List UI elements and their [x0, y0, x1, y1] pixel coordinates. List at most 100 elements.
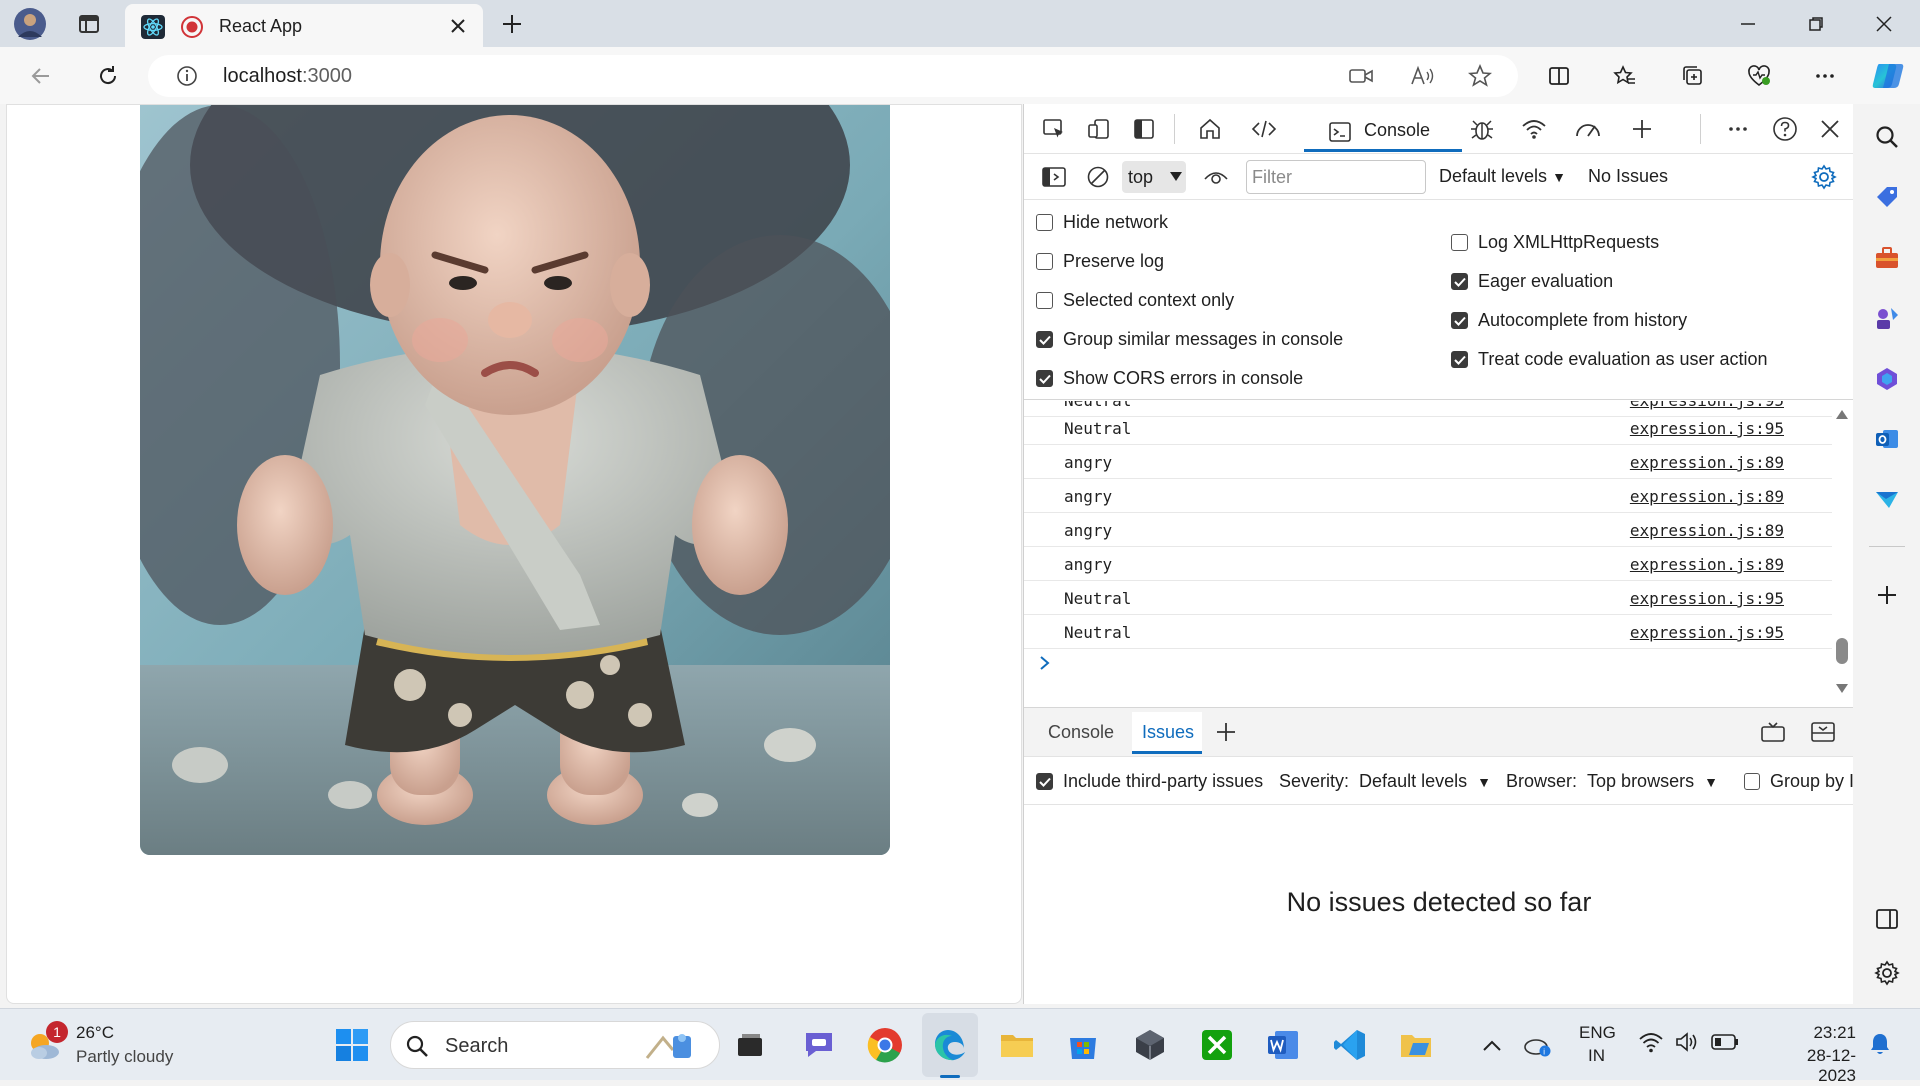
address-bar[interactable]: localhost:3000 — [148, 55, 1518, 97]
severity-dropdown[interactable]: Severity: Default levels ▼ — [1279, 771, 1491, 792]
setting-group-similar[interactable]: Group similar messages in console — [1036, 329, 1343, 350]
unity-cube-icon[interactable] — [1128, 1023, 1172, 1067]
default-levels-dropdown[interactable]: Default levels ▼ — [1439, 166, 1566, 187]
close-drawer-icon[interactable] — [1810, 721, 1836, 743]
volume-icon[interactable] — [1674, 1031, 1700, 1053]
favorite-star-icon[interactable] — [1468, 64, 1492, 88]
games-icon[interactable] — [1870, 301, 1904, 335]
include-third-party-checkbox[interactable]: Include third-party issues — [1036, 771, 1263, 792]
tools-toolbox-icon[interactable] — [1870, 241, 1904, 275]
outlook-icon[interactable] — [1870, 422, 1904, 456]
drop-send-icon[interactable] — [1870, 482, 1904, 516]
setting-autocomplete-history[interactable]: Autocomplete from history — [1451, 310, 1687, 331]
log-source-link[interactable]: expression.js:95 — [1630, 623, 1784, 642]
hide-sidebar-icon[interactable] — [1870, 902, 1904, 936]
file-explorer-icon[interactable] — [995, 1023, 1039, 1067]
close-devtools-icon[interactable] — [1812, 111, 1848, 147]
close-window-icon[interactable] — [1866, 8, 1902, 40]
sidebar-settings-gear-icon[interactable] — [1870, 956, 1904, 990]
show-hidden-icons-chevron[interactable] — [1470, 1023, 1514, 1067]
wifi-icon[interactable] — [1638, 1031, 1664, 1053]
taskbar-search[interactable]: Search — [390, 1021, 720, 1069]
read-aloud-icon[interactable] — [1410, 65, 1436, 87]
checkbox-checked[interactable] — [1451, 273, 1468, 290]
favorites-icon[interactable] — [1608, 59, 1642, 93]
checkbox-checked[interactable] — [1036, 773, 1053, 790]
drawer-add-tab-icon[interactable] — [1214, 720, 1238, 744]
network-wifi-icon[interactable] — [1516, 111, 1552, 147]
help-icon[interactable] — [1767, 111, 1803, 147]
log-source-link[interactable]: expression.js:89 — [1630, 487, 1784, 506]
workspaces-icon[interactable] — [72, 8, 106, 40]
folder-drive-icon[interactable] — [1394, 1023, 1438, 1067]
checkbox[interactable] — [1036, 253, 1053, 270]
profile-avatar[interactable] — [12, 6, 48, 42]
start-windows-icon[interactable] — [330, 1023, 374, 1067]
shopping-tag-icon[interactable] — [1870, 180, 1904, 214]
log-source-link[interactable]: expression.js:95 — [1630, 401, 1784, 410]
dock-side-icon[interactable] — [1126, 111, 1162, 147]
clock[interactable]: 23:21 28-12-2023 — [1784, 1023, 1856, 1086]
checkbox[interactable] — [1744, 773, 1760, 790]
tab-console[interactable]: Console — [1304, 112, 1462, 152]
refresh-icon[interactable] — [91, 59, 125, 93]
setting-show-cors-errors[interactable]: Show CORS errors in console — [1036, 368, 1303, 389]
checkbox-checked[interactable] — [1036, 331, 1053, 348]
device-emulation-icon[interactable] — [1081, 111, 1117, 147]
setting-eager-evaluation[interactable]: Eager evaluation — [1451, 271, 1613, 292]
group-by-checkbox[interactable]: Group by I — [1744, 771, 1854, 792]
split-screen-icon[interactable] — [1542, 59, 1576, 93]
welcome-home-icon[interactable] — [1192, 111, 1228, 147]
checkbox[interactable] — [1036, 214, 1053, 231]
checkbox-checked[interactable] — [1451, 351, 1468, 368]
checkbox[interactable] — [1451, 234, 1468, 251]
battery-icon[interactable] — [1711, 1033, 1739, 1051]
add-sidebar-app-icon[interactable] — [1870, 578, 1904, 612]
drawer-tab-console[interactable]: Console — [1048, 722, 1114, 743]
edge-icon[interactable] — [928, 1023, 972, 1067]
clear-console-icon[interactable] — [1080, 159, 1116, 195]
setting-treat-eval-user-action[interactable]: Treat code evaluation as user action — [1451, 349, 1768, 370]
weather-widget[interactable]: 1 — [24, 1021, 68, 1065]
show-sidebar-icon[interactable] — [1036, 159, 1072, 195]
minimize-icon[interactable] — [1730, 8, 1766, 40]
vscode-icon[interactable] — [1328, 1023, 1372, 1067]
inspect-element-icon[interactable] — [1036, 111, 1072, 147]
checkbox-checked[interactable] — [1036, 370, 1053, 387]
onedrive-status-icon[interactable]: i — [1516, 1023, 1560, 1067]
microsoft-store-icon[interactable] — [1061, 1023, 1105, 1067]
setting-log-xmlhttprequests[interactable]: Log XMLHttpRequests — [1451, 232, 1659, 253]
console-settings-gear-icon[interactable] — [1806, 159, 1842, 195]
drawer-tab-issues[interactable]: Issues — [1132, 712, 1202, 754]
live-expression-eye-icon[interactable] — [1198, 159, 1234, 195]
scroll-up-arrow-icon[interactable] — [1836, 409, 1848, 419]
camera-icon[interactable] — [1348, 65, 1374, 87]
language-indicator[interactable]: ENG IN — [1579, 1023, 1616, 1066]
chrome-icon[interactable] — [863, 1023, 907, 1067]
checkbox[interactable] — [1036, 292, 1053, 309]
log-source-link[interactable]: expression.js:89 — [1630, 521, 1784, 540]
microsoft-365-icon[interactable] — [1870, 362, 1904, 396]
task-view-icon[interactable] — [728, 1023, 772, 1067]
more-tools-plus-icon[interactable] — [1624, 111, 1660, 147]
console-prompt-icon[interactable] — [1038, 654, 1052, 672]
word-icon[interactable] — [1261, 1023, 1305, 1067]
performance-gauge-icon[interactable] — [1570, 111, 1606, 147]
log-source-link[interactable]: expression.js:95 — [1630, 419, 1784, 438]
search-icon[interactable] — [1870, 120, 1904, 154]
close-tab-icon[interactable] — [449, 17, 467, 35]
move-to-top-icon[interactable] — [1760, 721, 1786, 743]
log-source-link[interactable]: expression.js:89 — [1630, 555, 1784, 574]
scrollbar-thumb[interactable] — [1836, 638, 1848, 664]
settings-more-icon[interactable] — [1808, 59, 1842, 93]
setting-preserve-log[interactable]: Preserve log — [1036, 251, 1164, 272]
notifications-bell-icon[interactable] — [1868, 1031, 1892, 1057]
elements-icon[interactable] — [1246, 111, 1282, 147]
teams-chat-icon[interactable] — [797, 1023, 841, 1067]
log-source-link[interactable]: expression.js:89 — [1630, 453, 1784, 472]
log-source-link[interactable]: expression.js:95 — [1630, 589, 1784, 608]
collections-icon[interactable] — [1676, 59, 1710, 93]
customize-more-icon[interactable] — [1720, 111, 1756, 147]
browser-essentials-icon[interactable] — [1742, 59, 1776, 93]
browser-dropdown[interactable]: Browser: Top browsers ▼ — [1506, 771, 1718, 792]
